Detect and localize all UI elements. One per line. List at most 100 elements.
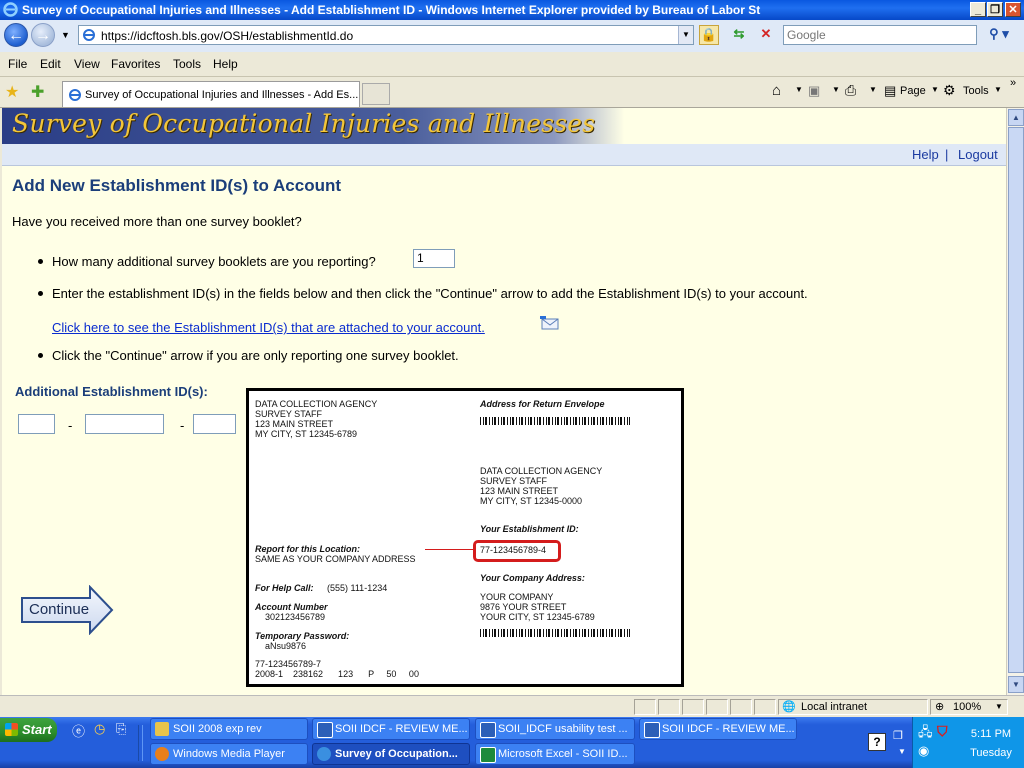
title-bar[interactable]: Survey of Occupational Injuries and Illn… xyxy=(0,0,1024,20)
new-tab-button[interactable] xyxy=(362,83,390,105)
menu-view[interactable]: View xyxy=(74,57,100,71)
page-menu[interactable]: Page xyxy=(900,85,926,97)
start-button[interactable]: Start xyxy=(0,718,57,742)
help-question-icon[interactable]: ? xyxy=(868,733,886,751)
page-dropdown-icon[interactable]: ▼ xyxy=(931,85,939,94)
add-favorite-icon[interactable]: ✚ xyxy=(31,82,44,102)
task-label: Survey of Occupation... xyxy=(335,748,458,760)
menu-favorites[interactable]: Favorites xyxy=(111,57,160,71)
status-pane xyxy=(706,699,728,715)
system-tray: 🖧 ⛉ ◉ 5:11 PM Tuesday xyxy=(912,717,1024,768)
search-icon[interactable]: ⚲ ▾ xyxy=(983,25,1015,45)
address-dropdown-icon[interactable]: ▼ xyxy=(678,26,693,44)
print-dropdown-icon[interactable]: ▼ xyxy=(869,85,877,94)
task-word-usability[interactable]: SOII_IDCF usability test ... xyxy=(475,718,635,740)
account-number-value: 302123456789 xyxy=(265,612,326,622)
attached-ids-link[interactable]: Click here to see the Establishment ID(s… xyxy=(52,320,485,335)
bullet-dot xyxy=(38,291,43,296)
banner-title: Survey of Occupational Injuries and Illn… xyxy=(12,109,596,138)
zoom-level: 100% xyxy=(953,701,982,713)
taskbar: Start ⓔ ◷ ⎘ SOII 2008 exp rev SOII IDCF … xyxy=(0,717,1024,768)
est-id-part3-input[interactable] xyxy=(193,414,236,434)
vertical-scrollbar[interactable]: ▲ ▼ xyxy=(1006,108,1024,695)
id-dash: - xyxy=(180,418,185,433)
task-word-review-1[interactable]: SOII IDCF - REVIEW ME... xyxy=(312,718,470,740)
tray-expand-icon[interactable]: ❐ xyxy=(893,729,903,742)
excel-icon xyxy=(480,747,496,763)
close-window-button[interactable]: ✕ xyxy=(1005,2,1021,17)
agency-line: MY CITY, ST 12345-6789 xyxy=(255,429,358,439)
continue-label: Continue xyxy=(29,601,90,618)
clock-time: 5:11 PM xyxy=(970,728,1012,740)
scroll-down-button[interactable]: ▼ xyxy=(1008,676,1024,693)
word-icon xyxy=(317,722,333,738)
home-dropdown-icon[interactable]: ▼ xyxy=(795,85,803,94)
quicklaunch-ie-icon[interactable]: ⓔ xyxy=(72,721,88,739)
link-separator: | xyxy=(945,147,949,162)
globe-icon: 🌐 xyxy=(782,701,796,713)
menu-edit[interactable]: Edit xyxy=(40,57,61,71)
return-line: SURVEY STAFF xyxy=(480,476,548,486)
zoom-pane[interactable]: ⊕ 100% ▼ xyxy=(930,699,1008,715)
zone-label: Local intranet xyxy=(801,701,868,713)
favorites-star-icon[interactable]: ★ xyxy=(5,82,19,102)
menu-help[interactable]: Help xyxy=(213,57,238,71)
search-input[interactable]: Google xyxy=(783,25,977,45)
word-icon xyxy=(480,722,496,738)
menu-file[interactable]: File xyxy=(8,57,27,71)
lock-icon[interactable]: 🔒 xyxy=(699,25,719,45)
minimize-button[interactable]: _ xyxy=(970,2,986,17)
start-label: Start xyxy=(22,722,52,737)
stop-icon[interactable]: ✕ xyxy=(756,25,776,45)
volume-icon[interactable]: ◉ xyxy=(918,743,929,759)
address-toolbar: ← → ▼ https://idcftosh.bls.gov/OSH/estab… xyxy=(0,20,1024,52)
task-label: SOII IDCF - REVIEW ME... xyxy=(662,723,795,735)
scroll-thumb[interactable] xyxy=(1008,127,1024,673)
feeds-icon[interactable]: ▣ xyxy=(808,83,820,99)
zoom-dropdown-icon[interactable]: ▼ xyxy=(995,702,1003,711)
chevron-right-icon[interactable]: » xyxy=(1010,77,1016,89)
status-pane xyxy=(730,699,752,715)
forward-button[interactable]: → xyxy=(31,23,55,47)
tray-chevron-icon[interactable]: ▼ xyxy=(898,747,906,756)
antivirus-shield-icon[interactable]: ⛉ xyxy=(937,723,948,740)
barcode xyxy=(480,417,630,425)
zoom-icon: ⊕ xyxy=(935,701,945,713)
tab-ie-icon xyxy=(69,89,81,101)
quicklaunch-clock-icon[interactable]: ◷ xyxy=(94,721,110,737)
help-link[interactable]: Help xyxy=(912,147,939,162)
est-id-part2-input[interactable] xyxy=(85,414,164,434)
history-dropdown-icon[interactable]: ▼ xyxy=(61,30,70,40)
quicklaunch-app-icon[interactable]: ⎘ xyxy=(116,721,132,737)
tab-survey[interactable]: Survey of Occupational Injuries and Illn… xyxy=(62,81,360,107)
word-icon xyxy=(644,722,660,738)
scroll-up-button[interactable]: ▲ xyxy=(1008,109,1024,126)
booklet-count-input[interactable]: 1 xyxy=(413,249,455,268)
menu-tools[interactable]: Tools xyxy=(173,57,201,71)
task-media-player[interactable]: Windows Media Player xyxy=(150,743,308,765)
task-excel[interactable]: Microsoft Excel - SOII ID... xyxy=(475,743,635,765)
print-icon[interactable]: ⎙ xyxy=(845,82,856,99)
logout-link[interactable]: Logout xyxy=(958,147,998,162)
task-survey-browser[interactable]: Survey of Occupation... xyxy=(312,743,470,765)
tools-dropdown-icon[interactable]: ▼ xyxy=(994,85,1002,94)
clock[interactable]: 5:11 PM Tuesday xyxy=(963,725,1019,763)
refresh-icon[interactable]: ⇆ xyxy=(729,25,749,45)
task-word-review-2[interactable]: SOII IDCF - REVIEW ME... xyxy=(639,718,797,740)
tab-row: ★ ✚ Survey of Occupational Injuries and … xyxy=(0,77,1024,108)
est-id-part1-input[interactable] xyxy=(18,414,55,434)
task-label: Windows Media Player xyxy=(173,748,285,760)
feeds-dropdown-icon[interactable]: ▼ xyxy=(832,85,840,94)
network-icon[interactable]: 🖧 xyxy=(918,723,933,745)
status-pane xyxy=(682,699,704,715)
home-icon[interactable]: ⌂ xyxy=(772,82,781,99)
back-button[interactable]: ← xyxy=(4,23,28,47)
address-field[interactable]: https://idcftosh.bls.gov/OSH/establishme… xyxy=(78,25,694,45)
task-folder-soii[interactable]: SOII 2008 exp rev xyxy=(150,718,308,740)
tools-menu[interactable]: Tools xyxy=(963,85,989,97)
est-id-arrow xyxy=(425,549,473,550)
envelope-icon[interactable] xyxy=(540,316,560,330)
restore-button[interactable]: ❐ xyxy=(987,2,1003,17)
help-call-value: (555) 111-1234 xyxy=(327,583,388,593)
continue-button[interactable]: Continue xyxy=(20,584,114,636)
